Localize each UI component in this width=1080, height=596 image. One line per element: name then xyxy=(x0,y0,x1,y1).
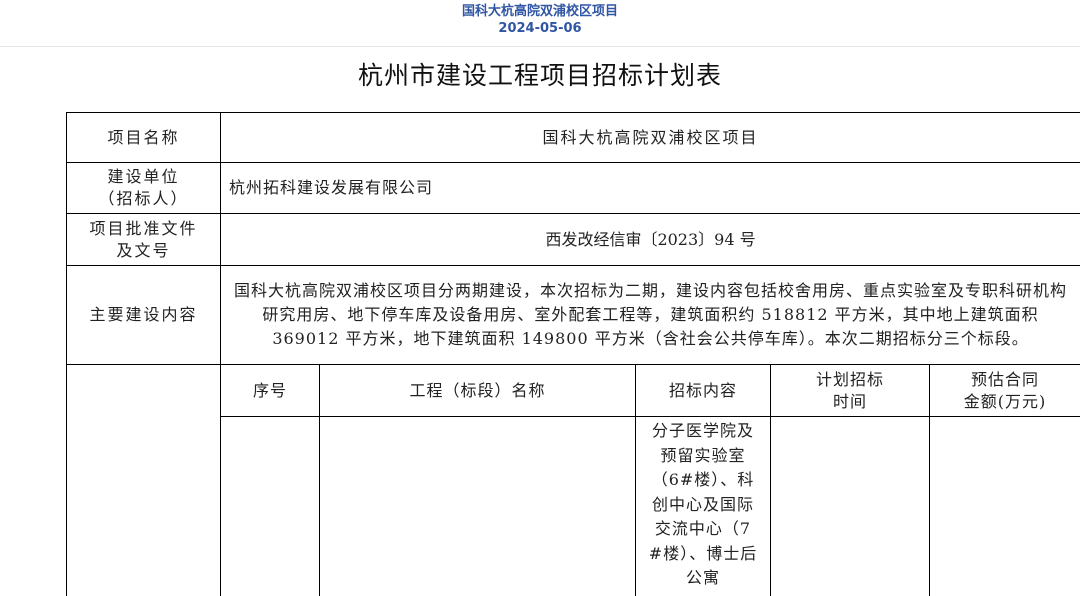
row-section-header: 序号 工程（标段）名称 招标内容 计划招标 时间 预估合同 金额(万元) xyxy=(66,364,1080,596)
section-label-blank xyxy=(66,364,221,596)
row-seq xyxy=(220,416,320,596)
row-main-content: 主要建设内容 国科大杭高院双浦校区项目分两期建设，本次招标为二期，建设内容包括校… xyxy=(66,265,1080,365)
col-time-header-line1: 计划招标 xyxy=(815,369,884,389)
top-header-bar: 国科大杭高院双浦校区项目 2024-05-06 xyxy=(0,0,1080,47)
document-title: 杭州市建设工程项目招标计划表 xyxy=(357,61,722,90)
row-approval: 项目批准文件 及文号 西发改经信审〔2023〕94 号 xyxy=(66,213,1080,266)
header-date: 2024-05-06 xyxy=(498,21,582,36)
approval-label-line2: 及文号 xyxy=(116,240,171,260)
row-builder: 建设单位 （招标人） 杭州拓科建设发展有限公司 xyxy=(66,162,1080,214)
row-scope: 分子医学院及预留实验室（6#楼）、科创中心及国际交流中心（7#楼）、博士后公寓 xyxy=(635,416,771,596)
project-name-value: 国科大杭高院双浦校区项目 xyxy=(219,112,1080,163)
builder-label-line2: （招标人） xyxy=(98,189,189,208)
project-name-label: 项目名称 xyxy=(66,112,221,163)
builder-label: 建设单位 （招标人） xyxy=(66,162,221,214)
row-name xyxy=(319,416,636,596)
col-amount-header-line2: 金额(万元) xyxy=(963,391,1047,411)
approval-value: 西发改经信审〔2023〕94 号 xyxy=(219,213,1080,266)
content-label: 主要建设内容 xyxy=(66,265,221,365)
row-project-name: 项目名称 国科大杭高院双浦校区项目 xyxy=(66,112,1080,163)
bid-plan-table: 项目名称 国科大杭高院双浦校区项目 建设单位 （招标人） 杭州拓科建设发展有限公… xyxy=(66,112,1080,596)
builder-label-line1: 建设单位 xyxy=(107,167,180,186)
content-value: 国科大杭高院双浦校区项目分两期建设，本次招标为二期，建设内容包括校舍用房、重点实… xyxy=(219,265,1080,365)
col-seq-header: 序号 xyxy=(220,364,320,417)
row-scope-text: 分子医学院及预留实验室（6#楼）、科创中心及国际交流中心（7#楼）、博士后公寓 xyxy=(648,421,758,587)
row-amount xyxy=(928,416,1080,596)
row-time xyxy=(770,416,930,596)
col-time-header: 计划招标 时间 xyxy=(770,364,930,417)
approval-label: 项目批准文件 及文号 xyxy=(66,213,221,266)
header-project-name: 国科大杭高院双浦校区项目 xyxy=(461,4,618,19)
col-amount-header: 预估合同 金额(万元) xyxy=(928,364,1080,417)
builder-value: 杭州拓科建设发展有限公司 xyxy=(219,162,1080,214)
approval-label-line1: 项目批准文件 xyxy=(89,218,198,238)
col-scope-header: 招标内容 xyxy=(635,364,771,417)
col-amount-header-line1: 预估合同 xyxy=(971,369,1040,389)
col-time-header-line2: 时间 xyxy=(832,391,867,411)
col-name-header: 工程（标段）名称 xyxy=(319,364,636,417)
